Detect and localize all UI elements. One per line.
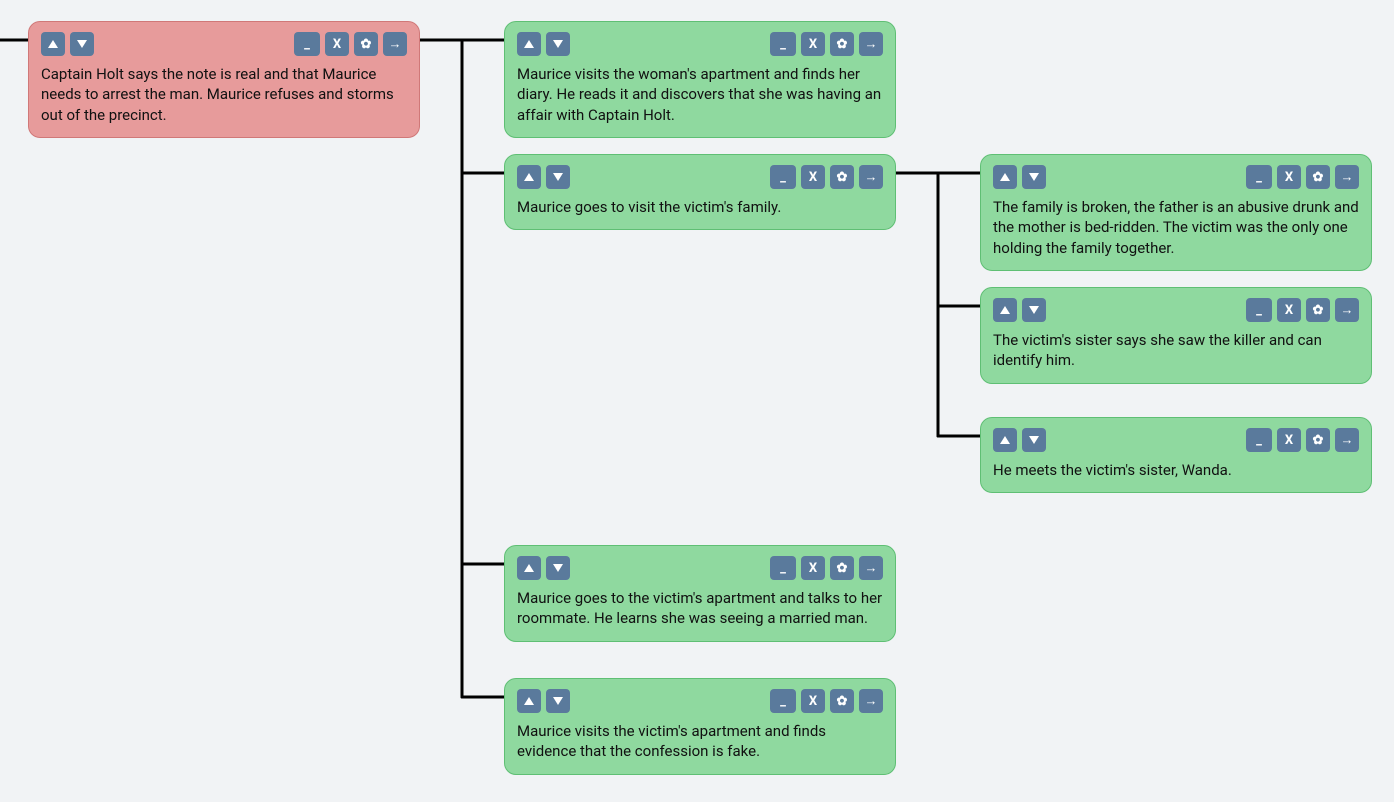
gear-icon: ✿: [837, 562, 848, 575]
gear-icon: ✿: [837, 38, 848, 51]
move-up-button[interactable]: [993, 428, 1017, 452]
node-header: _ X ✿ →: [993, 428, 1359, 452]
move-down-button[interactable]: [546, 556, 570, 580]
move-buttons: [517, 165, 570, 189]
move-buttons: [517, 556, 570, 580]
story-node[interactable]: _ X ✿ → Maurice visits the woman's apart…: [504, 21, 896, 138]
advance-button[interactable]: →: [859, 32, 883, 56]
close-button[interactable]: X: [801, 689, 825, 713]
story-node[interactable]: _ X ✿ → Maurice goes to the victim's apa…: [504, 545, 896, 642]
advance-button[interactable]: →: [859, 689, 883, 713]
action-buttons: _ X ✿ →: [770, 165, 883, 189]
action-buttons: _ X ✿ →: [1246, 165, 1359, 189]
move-up-button[interactable]: [993, 298, 1017, 322]
move-up-button[interactable]: [517, 32, 541, 56]
node-header: _ X ✿ →: [517, 556, 883, 580]
advance-button[interactable]: →: [859, 165, 883, 189]
close-button[interactable]: X: [801, 556, 825, 580]
story-node[interactable]: _ X ✿ → Maurice goes to visit the victim…: [504, 154, 896, 230]
close-button[interactable]: X: [1277, 298, 1301, 322]
node-text: Maurice goes to visit the victim's famil…: [517, 197, 883, 217]
move-buttons: [993, 298, 1046, 322]
minimize-button[interactable]: _: [1246, 165, 1272, 189]
node-text: Maurice visits the woman's apartment and…: [517, 64, 883, 125]
action-buttons: _ X ✿ →: [770, 32, 883, 56]
close-button[interactable]: X: [1277, 165, 1301, 189]
gear-icon: ✿: [1313, 171, 1324, 184]
action-buttons: _ X ✿ →: [1246, 298, 1359, 322]
node-text: Captain Holt says the note is real and t…: [41, 64, 407, 125]
node-text: Maurice goes to the victim's apartment a…: [517, 588, 883, 629]
move-down-button[interactable]: [1022, 298, 1046, 322]
settings-button[interactable]: ✿: [354, 32, 378, 56]
advance-button[interactable]: →: [859, 556, 883, 580]
advance-button[interactable]: →: [1335, 298, 1359, 322]
settings-button[interactable]: ✿: [830, 165, 854, 189]
gear-icon: ✿: [837, 695, 848, 708]
move-buttons: [993, 165, 1046, 189]
move-up-button[interactable]: [517, 556, 541, 580]
move-up-button[interactable]: [41, 32, 65, 56]
move-buttons: [517, 689, 570, 713]
gear-icon: ✿: [1313, 434, 1324, 447]
settings-button[interactable]: ✿: [830, 689, 854, 713]
tree-canvas: _ X ✿ → Captain Holt says the note is re…: [0, 0, 1394, 802]
settings-button[interactable]: ✿: [1306, 298, 1330, 322]
action-buttons: _ X ✿ →: [770, 556, 883, 580]
minimize-button[interactable]: _: [770, 32, 796, 56]
settings-button[interactable]: ✿: [830, 32, 854, 56]
node-text: The family is broken, the father is an a…: [993, 197, 1359, 258]
close-button[interactable]: X: [801, 32, 825, 56]
minimize-button[interactable]: _: [1246, 298, 1272, 322]
node-text: He meets the victim's sister, Wanda.: [993, 460, 1359, 480]
move-down-button[interactable]: [546, 689, 570, 713]
node-header: _ X ✿ →: [517, 689, 883, 713]
move-buttons: [41, 32, 94, 56]
move-up-button[interactable]: [993, 165, 1017, 189]
move-up-button[interactable]: [517, 165, 541, 189]
move-down-button[interactable]: [546, 165, 570, 189]
node-header: _ X ✿ →: [993, 298, 1359, 322]
settings-button[interactable]: ✿: [1306, 428, 1330, 452]
minimize-button[interactable]: _: [770, 556, 796, 580]
action-buttons: _ X ✿ →: [294, 32, 407, 56]
node-header: _ X ✿ →: [993, 165, 1359, 189]
settings-button[interactable]: ✿: [830, 556, 854, 580]
minimize-button[interactable]: _: [770, 165, 796, 189]
close-button[interactable]: X: [325, 32, 349, 56]
node-header: _ X ✿ →: [41, 32, 407, 56]
story-node[interactable]: _ X ✿ → Maurice visits the victim's apar…: [504, 678, 896, 775]
gear-icon: ✿: [361, 38, 372, 51]
minimize-button[interactable]: _: [1246, 428, 1272, 452]
advance-button[interactable]: →: [1335, 428, 1359, 452]
story-node-root[interactable]: _ X ✿ → Captain Holt says the note is re…: [28, 21, 420, 138]
gear-icon: ✿: [1313, 304, 1324, 317]
story-node[interactable]: _ X ✿ → The family is broken, the father…: [980, 154, 1372, 271]
minimize-button[interactable]: _: [770, 689, 796, 713]
advance-button[interactable]: →: [1335, 165, 1359, 189]
move-down-button[interactable]: [1022, 165, 1046, 189]
story-node[interactable]: _ X ✿ → The victim's sister says she saw…: [980, 287, 1372, 384]
move-down-button[interactable]: [70, 32, 94, 56]
move-down-button[interactable]: [1022, 428, 1046, 452]
move-buttons: [517, 32, 570, 56]
move-down-button[interactable]: [546, 32, 570, 56]
gear-icon: ✿: [837, 171, 848, 184]
story-node[interactable]: _ X ✿ → He meets the victim's sister, Wa…: [980, 417, 1372, 493]
move-up-button[interactable]: [517, 689, 541, 713]
advance-button[interactable]: →: [383, 32, 407, 56]
minimize-button[interactable]: _: [294, 32, 320, 56]
node-text: Maurice visits the victim's apartment an…: [517, 721, 883, 762]
node-header: _ X ✿ →: [517, 165, 883, 189]
close-button[interactable]: X: [801, 165, 825, 189]
move-buttons: [993, 428, 1046, 452]
node-text: The victim's sister says she saw the kil…: [993, 330, 1359, 371]
close-button[interactable]: X: [1277, 428, 1301, 452]
action-buttons: _ X ✿ →: [770, 689, 883, 713]
node-header: _ X ✿ →: [517, 32, 883, 56]
settings-button[interactable]: ✿: [1306, 165, 1330, 189]
action-buttons: _ X ✿ →: [1246, 428, 1359, 452]
